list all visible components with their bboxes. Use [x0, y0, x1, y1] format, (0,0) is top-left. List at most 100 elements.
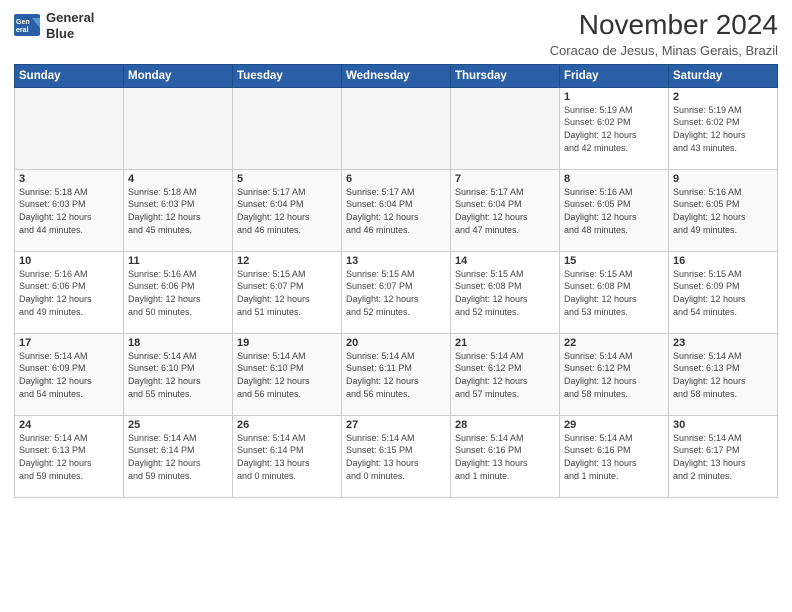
- day-info: Sunrise: 5:14 AMSunset: 6:13 PMDaylight:…: [19, 432, 119, 482]
- logo-line1: General: [46, 10, 94, 26]
- day-cell: 8Sunrise: 5:16 AMSunset: 6:05 PMDaylight…: [560, 169, 669, 251]
- header-friday: Friday: [560, 64, 669, 87]
- header-sunday: Sunday: [15, 64, 124, 87]
- day-info: Sunrise: 5:15 AMSunset: 6:07 PMDaylight:…: [346, 268, 446, 318]
- day-info: Sunrise: 5:14 AMSunset: 6:10 PMDaylight:…: [128, 350, 228, 400]
- title-block: November 2024 Coracao de Jesus, Minas Ge…: [550, 10, 778, 58]
- day-number: 21: [455, 337, 555, 349]
- day-cell: 17Sunrise: 5:14 AMSunset: 6:09 PMDayligh…: [15, 333, 124, 415]
- day-number: 11: [128, 255, 228, 267]
- day-cell: 30Sunrise: 5:14 AMSunset: 6:17 PMDayligh…: [669, 415, 778, 497]
- month-title: November 2024: [550, 10, 778, 41]
- day-info: Sunrise: 5:14 AMSunset: 6:11 PMDaylight:…: [346, 350, 446, 400]
- day-cell: 1Sunrise: 5:19 AMSunset: 6:02 PMDaylight…: [560, 87, 669, 169]
- logo-text: General Blue: [46, 10, 94, 41]
- week-row-1: 1Sunrise: 5:19 AMSunset: 6:02 PMDaylight…: [15, 87, 778, 169]
- day-info: Sunrise: 5:14 AMSunset: 6:16 PMDaylight:…: [455, 432, 555, 482]
- day-info: Sunrise: 5:14 AMSunset: 6:13 PMDaylight:…: [673, 350, 773, 400]
- header-row: SundayMondayTuesdayWednesdayThursdayFrid…: [15, 64, 778, 87]
- day-info: Sunrise: 5:18 AMSunset: 6:03 PMDaylight:…: [19, 186, 119, 236]
- svg-text:eral: eral: [16, 27, 29, 34]
- week-row-2: 3Sunrise: 5:18 AMSunset: 6:03 PMDaylight…: [15, 169, 778, 251]
- day-info: Sunrise: 5:15 AMSunset: 6:09 PMDaylight:…: [673, 268, 773, 318]
- day-cell: 13Sunrise: 5:15 AMSunset: 6:07 PMDayligh…: [342, 251, 451, 333]
- day-cell: 16Sunrise: 5:15 AMSunset: 6:09 PMDayligh…: [669, 251, 778, 333]
- day-info: Sunrise: 5:14 AMSunset: 6:12 PMDaylight:…: [455, 350, 555, 400]
- day-cell: 7Sunrise: 5:17 AMSunset: 6:04 PMDaylight…: [451, 169, 560, 251]
- day-number: 29: [564, 419, 664, 431]
- day-cell: 27Sunrise: 5:14 AMSunset: 6:15 PMDayligh…: [342, 415, 451, 497]
- day-cell: 19Sunrise: 5:14 AMSunset: 6:10 PMDayligh…: [233, 333, 342, 415]
- day-cell: [124, 87, 233, 169]
- header-tuesday: Tuesday: [233, 64, 342, 87]
- day-info: Sunrise: 5:14 AMSunset: 6:15 PMDaylight:…: [346, 432, 446, 482]
- day-info: Sunrise: 5:14 AMSunset: 6:16 PMDaylight:…: [564, 432, 664, 482]
- day-cell: 29Sunrise: 5:14 AMSunset: 6:16 PMDayligh…: [560, 415, 669, 497]
- day-number: 20: [346, 337, 446, 349]
- day-number: 30: [673, 419, 773, 431]
- day-number: 27: [346, 419, 446, 431]
- day-info: Sunrise: 5:14 AMSunset: 6:09 PMDaylight:…: [19, 350, 119, 400]
- day-number: 13: [346, 255, 446, 267]
- day-number: 23: [673, 337, 773, 349]
- day-cell: 15Sunrise: 5:15 AMSunset: 6:08 PMDayligh…: [560, 251, 669, 333]
- day-number: 26: [237, 419, 337, 431]
- day-number: 24: [19, 419, 119, 431]
- calendar-page: Gen eral General Blue November 2024 Cora…: [0, 0, 792, 612]
- day-number: 4: [128, 173, 228, 185]
- day-info: Sunrise: 5:19 AMSunset: 6:02 PMDaylight:…: [564, 104, 664, 154]
- day-cell: 10Sunrise: 5:16 AMSunset: 6:06 PMDayligh…: [15, 251, 124, 333]
- page-header: Gen eral General Blue November 2024 Cora…: [14, 10, 778, 58]
- day-info: Sunrise: 5:14 AMSunset: 6:10 PMDaylight:…: [237, 350, 337, 400]
- day-info: Sunrise: 5:17 AMSunset: 6:04 PMDaylight:…: [237, 186, 337, 236]
- day-number: 15: [564, 255, 664, 267]
- header-monday: Monday: [124, 64, 233, 87]
- day-cell: 23Sunrise: 5:14 AMSunset: 6:13 PMDayligh…: [669, 333, 778, 415]
- day-info: Sunrise: 5:16 AMSunset: 6:06 PMDaylight:…: [128, 268, 228, 318]
- location-subtitle: Coracao de Jesus, Minas Gerais, Brazil: [550, 43, 778, 58]
- day-info: Sunrise: 5:16 AMSunset: 6:05 PMDaylight:…: [673, 186, 773, 236]
- week-row-5: 24Sunrise: 5:14 AMSunset: 6:13 PMDayligh…: [15, 415, 778, 497]
- logo-line2: Blue: [46, 26, 94, 42]
- day-info: Sunrise: 5:15 AMSunset: 6:08 PMDaylight:…: [455, 268, 555, 318]
- day-cell: 26Sunrise: 5:14 AMSunset: 6:14 PMDayligh…: [233, 415, 342, 497]
- day-info: Sunrise: 5:18 AMSunset: 6:03 PMDaylight:…: [128, 186, 228, 236]
- day-cell: 5Sunrise: 5:17 AMSunset: 6:04 PMDaylight…: [233, 169, 342, 251]
- day-number: 22: [564, 337, 664, 349]
- day-number: 2: [673, 91, 773, 103]
- day-cell: 9Sunrise: 5:16 AMSunset: 6:05 PMDaylight…: [669, 169, 778, 251]
- day-cell: [451, 87, 560, 169]
- svg-text:Gen: Gen: [16, 19, 30, 26]
- day-cell: 28Sunrise: 5:14 AMSunset: 6:16 PMDayligh…: [451, 415, 560, 497]
- day-cell: 2Sunrise: 5:19 AMSunset: 6:02 PMDaylight…: [669, 87, 778, 169]
- day-number: 10: [19, 255, 119, 267]
- day-info: Sunrise: 5:16 AMSunset: 6:06 PMDaylight:…: [19, 268, 119, 318]
- day-info: Sunrise: 5:15 AMSunset: 6:07 PMDaylight:…: [237, 268, 337, 318]
- day-number: 17: [19, 337, 119, 349]
- week-row-4: 17Sunrise: 5:14 AMSunset: 6:09 PMDayligh…: [15, 333, 778, 415]
- day-number: 8: [564, 173, 664, 185]
- day-cell: 4Sunrise: 5:18 AMSunset: 6:03 PMDaylight…: [124, 169, 233, 251]
- header-saturday: Saturday: [669, 64, 778, 87]
- day-number: 12: [237, 255, 337, 267]
- logo-icon: Gen eral: [14, 14, 42, 38]
- header-thursday: Thursday: [451, 64, 560, 87]
- logo: Gen eral General Blue: [14, 10, 94, 41]
- day-number: 19: [237, 337, 337, 349]
- header-wednesday: Wednesday: [342, 64, 451, 87]
- day-cell: 24Sunrise: 5:14 AMSunset: 6:13 PMDayligh…: [15, 415, 124, 497]
- day-info: Sunrise: 5:14 AMSunset: 6:12 PMDaylight:…: [564, 350, 664, 400]
- day-cell: [233, 87, 342, 169]
- day-number: 28: [455, 419, 555, 431]
- day-info: Sunrise: 5:16 AMSunset: 6:05 PMDaylight:…: [564, 186, 664, 236]
- day-number: 18: [128, 337, 228, 349]
- day-cell: 14Sunrise: 5:15 AMSunset: 6:08 PMDayligh…: [451, 251, 560, 333]
- day-info: Sunrise: 5:14 AMSunset: 6:14 PMDaylight:…: [237, 432, 337, 482]
- day-info: Sunrise: 5:17 AMSunset: 6:04 PMDaylight:…: [455, 186, 555, 236]
- day-info: Sunrise: 5:19 AMSunset: 6:02 PMDaylight:…: [673, 104, 773, 154]
- day-cell: 3Sunrise: 5:18 AMSunset: 6:03 PMDaylight…: [15, 169, 124, 251]
- day-cell: 21Sunrise: 5:14 AMSunset: 6:12 PMDayligh…: [451, 333, 560, 415]
- day-cell: 25Sunrise: 5:14 AMSunset: 6:14 PMDayligh…: [124, 415, 233, 497]
- day-number: 16: [673, 255, 773, 267]
- day-info: Sunrise: 5:14 AMSunset: 6:14 PMDaylight:…: [128, 432, 228, 482]
